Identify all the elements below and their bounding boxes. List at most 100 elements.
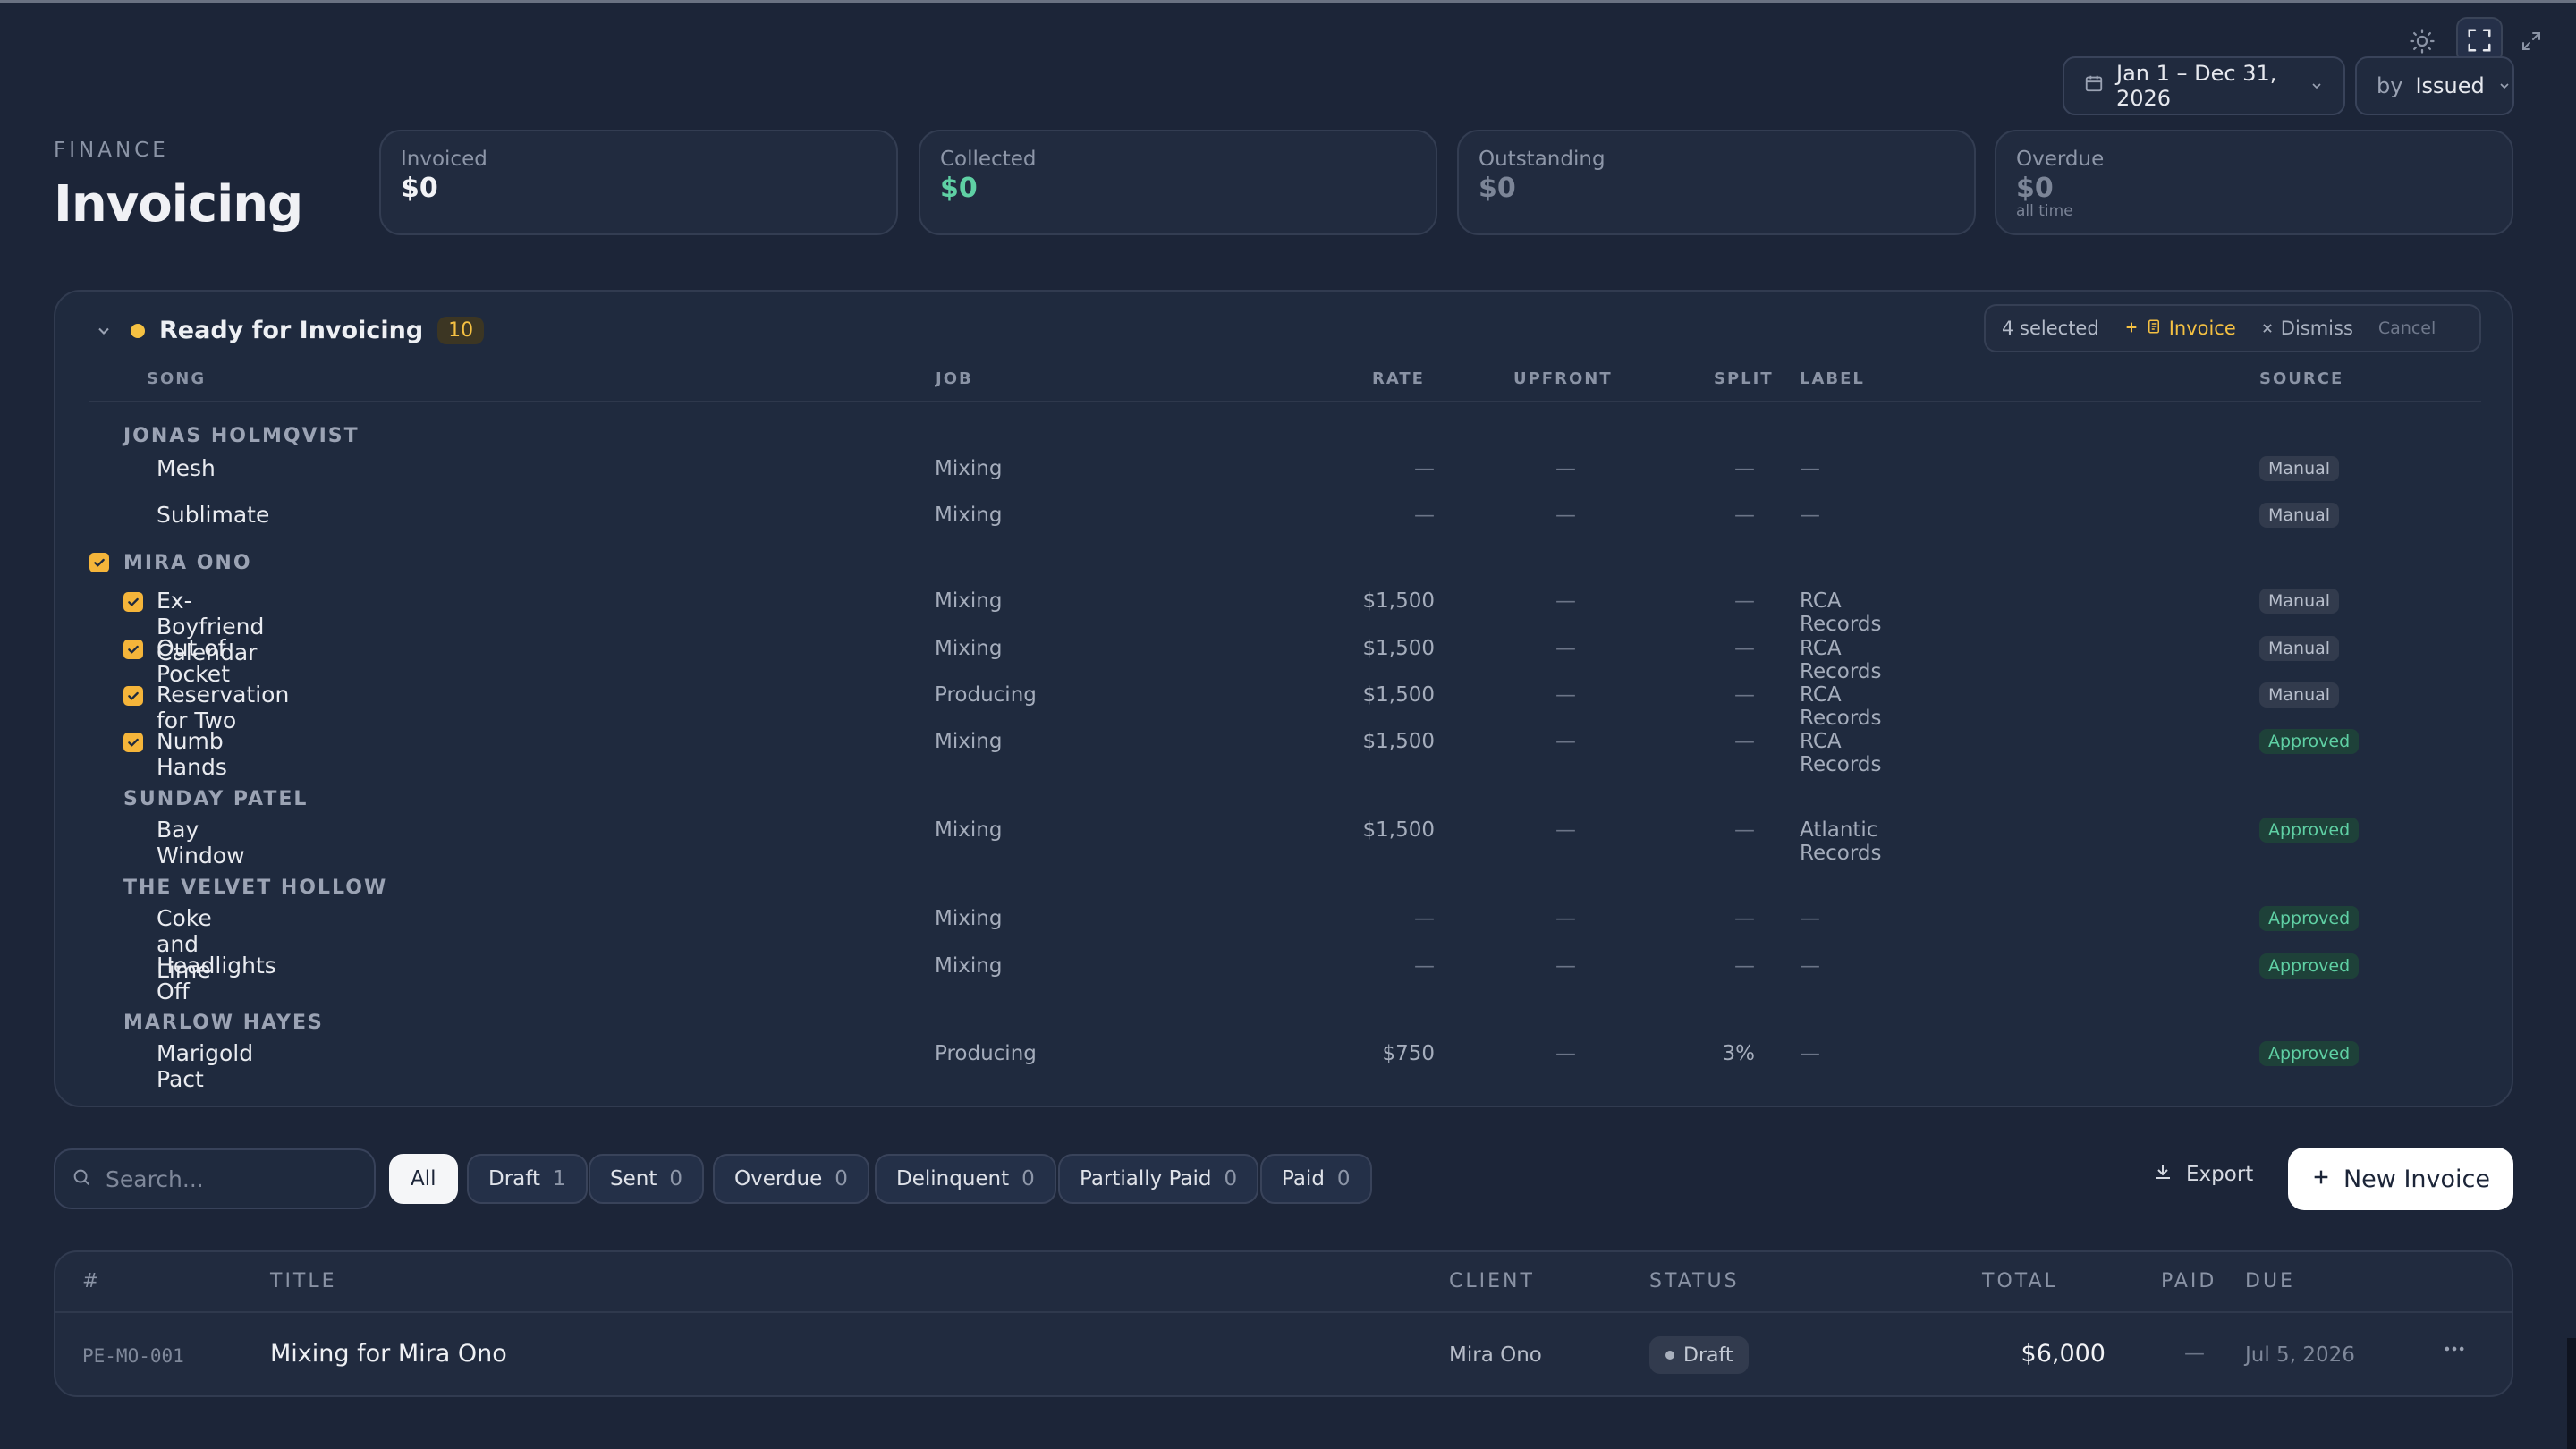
search-input[interactable]: Search... (54, 1148, 376, 1209)
upfront-value: — (1555, 730, 1576, 753)
filter-chip-label: Partially Paid (1080, 1167, 1212, 1191)
song-title: Marigold Pact (157, 1040, 254, 1092)
filter-chip-label: Overdue (734, 1167, 823, 1191)
source-badge: Approved (2259, 906, 2360, 931)
date-range-label: Jan 1 – Dec 31, 2026 (2116, 61, 2277, 111)
song-title: Sublimate (157, 502, 270, 528)
group-checkbox[interactable] (89, 553, 109, 572)
stat-value: $0 (1479, 173, 1516, 204)
source-badge: Approved (2259, 818, 2360, 843)
label-name: — (1800, 504, 1820, 527)
filter-chip-sent[interactable]: Sent 0 (589, 1154, 704, 1204)
upfront-value: — (1555, 954, 1576, 978)
filter-chip-label: Paid (1282, 1167, 1325, 1191)
ready-count-badge: 10 (437, 317, 485, 344)
job-type: Mixing (935, 730, 1003, 753)
split-value: — (1734, 683, 1755, 707)
column-header-status: STATUS (1649, 1270, 1740, 1292)
song-title: Headlights Off (157, 953, 276, 1004)
label-name: — (1800, 1042, 1820, 1065)
song-title: Bay Window (157, 817, 245, 869)
export-label: Export (2186, 1163, 2254, 1186)
job-type: Mixing (935, 818, 1003, 842)
bulk-action-bar: 4 selected Invoice Dismiss Cancel (1984, 304, 2481, 352)
close-icon (2261, 318, 2274, 339)
sun-icon[interactable] (2404, 23, 2440, 59)
filter-chip-label: Delinquent (896, 1167, 1010, 1191)
more-options-icon[interactable] (2442, 1336, 2467, 1365)
invoice-due: Jul 5, 2026 (2245, 1343, 2355, 1367)
filter-chip-partially-paid[interactable]: Partially Paid 0 (1058, 1154, 1259, 1204)
split-value: — (1734, 907, 1755, 930)
date-basis-select[interactable]: by Issued (2355, 56, 2514, 115)
rate-value: $1,500 (1362, 637, 1435, 660)
stat-value: $0 (401, 173, 438, 204)
row-checkbox[interactable] (123, 686, 143, 706)
label-name: — (1800, 954, 1820, 978)
stat-label: Collected (940, 148, 1037, 171)
search-placeholder: Search... (106, 1165, 204, 1192)
stat-outstanding: Outstanding $0 (1457, 130, 1976, 235)
artist-group-label: SUNDAY PATEL (123, 788, 309, 810)
stat-overdue: Overdue $0 all time (1995, 130, 2513, 235)
rate-value: $1,500 (1362, 683, 1435, 707)
upfront-value: — (1555, 637, 1576, 660)
bulk-invoice-button[interactable]: Invoice (2124, 318, 2236, 339)
page-title: Invoicing (54, 175, 303, 233)
rate-value: $1,500 (1362, 730, 1435, 753)
status-dot-icon (131, 323, 145, 338)
artist-group-label: MIRA ONO (123, 552, 252, 574)
invoice-paid: — (2184, 1342, 2205, 1365)
source-badge: Manual (2259, 503, 2340, 528)
upfront-value: — (1555, 683, 1576, 707)
column-header-song: SONG (147, 369, 207, 388)
expand-icon[interactable] (2513, 23, 2549, 59)
column-header-job: JOB (936, 369, 973, 388)
invoice-number: PE-MO-001 (82, 1345, 184, 1367)
column-header-client: CLIENT (1449, 1270, 1535, 1292)
source-badge: Approved (2259, 1041, 2360, 1066)
split-value: — (1734, 818, 1755, 842)
filter-chip-draft[interactable]: Draft 1 (467, 1154, 588, 1204)
row-checkbox[interactable] (123, 592, 143, 612)
filter-chip-all[interactable]: All (389, 1154, 458, 1204)
column-header-due: DUE (2245, 1270, 2295, 1292)
chevron-down-icon (2309, 73, 2324, 98)
column-header-rate: RATE (1372, 369, 1425, 388)
label-name: RCA Records (1800, 683, 1882, 730)
filter-chip-count: 0 (669, 1167, 682, 1191)
scrollbar-thumb[interactable] (2567, 1338, 2576, 1449)
label-name: Atlantic Records (1800, 818, 1882, 865)
status-badge: Draft (1649, 1336, 1750, 1374)
rate-value: — (1414, 954, 1435, 978)
label-name: RCA Records (1800, 589, 1882, 636)
collapse-chevron-icon[interactable] (91, 318, 116, 343)
split-value: — (1734, 730, 1755, 753)
song-title: Out of Pocket (157, 635, 230, 687)
filter-chip-paid[interactable]: Paid 0 (1260, 1154, 1372, 1204)
date-range-button[interactable]: Jan 1 – Dec 31, 2026 (2063, 56, 2345, 115)
column-header-total: TOTAL (1982, 1270, 2058, 1292)
export-button[interactable]: Export (2152, 1161, 2253, 1188)
filter-chip-overdue[interactable]: Overdue 0 (713, 1154, 869, 1204)
ready-for-invoicing-panel: Ready for Invoicing 10 4 selected Invoic… (54, 290, 2513, 1107)
job-type: Producing (935, 683, 1037, 707)
invoice-title[interactable]: Mixing for Mira Ono (270, 1340, 507, 1368)
bulk-cancel-button[interactable]: Cancel (2378, 318, 2436, 338)
job-type: Mixing (935, 504, 1003, 527)
row-checkbox[interactable] (123, 733, 143, 752)
source-badge: Approved (2259, 953, 2360, 979)
split-value: — (1734, 457, 1755, 480)
plus-icon (2311, 1165, 2331, 1193)
rate-value: — (1414, 504, 1435, 527)
date-basis-prefix: by (2377, 73, 2403, 98)
plus-icon (2124, 318, 2139, 339)
rate-value: — (1414, 907, 1435, 930)
split-value: — (1734, 589, 1755, 613)
new-invoice-button[interactable]: New Invoice (2288, 1148, 2513, 1210)
column-header-title: TITLE (270, 1270, 337, 1292)
source-badge: Manual (2259, 682, 2340, 708)
filter-chip-delinquent[interactable]: Delinquent 0 (875, 1154, 1056, 1204)
bulk-dismiss-button[interactable]: Dismiss (2261, 318, 2353, 339)
row-checkbox[interactable] (123, 640, 143, 659)
